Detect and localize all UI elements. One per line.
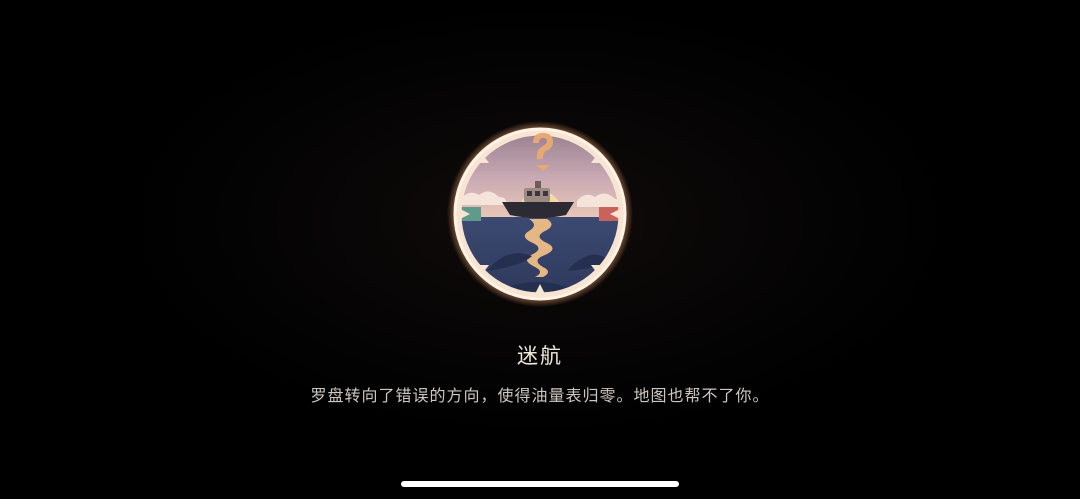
achievement-badge <box>447 121 633 307</box>
home-indicator[interactable] <box>401 481 679 487</box>
achievement-screen: 迷航 罗盘转向了错误的方向，使得油量表归零。地图也帮不了你。 <box>0 0 1080 499</box>
achievement-title: 迷航 <box>517 344 563 368</box>
compass-badge-icon <box>447 121 633 307</box>
achievement-description: 罗盘转向了错误的方向，使得油量表归零。地图也帮不了你。 <box>310 386 770 405</box>
